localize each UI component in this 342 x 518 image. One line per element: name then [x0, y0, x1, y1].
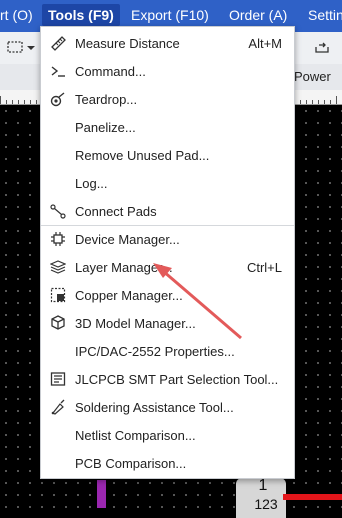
ruler-tick [24, 100, 25, 104]
menu-item-layer-manager[interactable]: Layer Manager... Ctrl+L [41, 253, 294, 281]
menu-item-label: Copper Manager... [75, 288, 183, 303]
menu-tools[interactable]: Tools (F9) [42, 4, 120, 26]
menu-item-label: Soldering Assistance Tool... [75, 400, 234, 415]
menu-item-panelize[interactable]: Panelize... [41, 113, 294, 141]
menu-item-label: Netlist Comparison... [75, 428, 196, 443]
ruler-tick [336, 96, 337, 104]
menu-item-shortcut: Alt+M [248, 36, 282, 51]
menu-item-label: PCB Comparison... [75, 456, 187, 471]
menu-export[interactable]: Export (F10) [131, 7, 209, 23]
menu-item-label: 3D Model Manager... [75, 316, 196, 331]
menu-item-remove-unused-pad[interactable]: Remove Unused Pad... [41, 141, 294, 169]
menu-item-command[interactable]: Command... [41, 57, 294, 85]
ruler-tick [30, 100, 31, 104]
menu-item-measure-distance[interactable]: Measure Distance Alt+M [41, 29, 294, 57]
ruler-tick [300, 100, 301, 104]
menu-item-ipc-dac-2552-properties[interactable]: IPC/DAC-2552 Properties... [41, 337, 294, 365]
menu-settings[interactable]: Settin [308, 7, 342, 23]
ruler-tick [306, 100, 307, 104]
tools-menu: Measure Distance Alt+M Command... Teardrop.… [40, 26, 295, 479]
menu-item-copper-manager[interactable]: Copper Manager... [41, 281, 294, 309]
menu-item-label: Device Manager... [75, 232, 180, 247]
ruler-tick [318, 100, 319, 104]
menu-item-label: Command... [75, 64, 146, 79]
ruler-tick [6, 100, 7, 104]
menu-item-teardrop[interactable]: Teardrop... [41, 85, 294, 113]
menu-item-3d-model-manager[interactable]: 3D Model Manager... [41, 309, 294, 337]
pad-label: 123 [254, 496, 278, 512]
menu-item-device-manager[interactable]: Device Manager... [41, 225, 294, 253]
menu-item-connect-pads[interactable]: Connect Pads [41, 197, 294, 225]
menu-item-jlcpcb-smt-part-selection-tool[interactable]: JLCPCB SMT Part Selection Tool... [41, 365, 294, 393]
pcb-trace[interactable] [97, 480, 106, 508]
menu-item-pcb-comparison[interactable]: PCB Comparison... [41, 449, 294, 477]
menu-item-label: Layer Manager... [75, 260, 173, 275]
menu-item-label: Measure Distance [75, 36, 180, 51]
ruler-tick [312, 100, 313, 104]
chevron-down-icon[interactable] [26, 45, 36, 51]
ruler-tick [36, 100, 37, 104]
menu-item-label: Panelize... [75, 120, 136, 135]
pcb-trace-red[interactable] [283, 494, 342, 500]
menu-item-label: IPC/DAC-2552 Properties... [75, 344, 235, 359]
menu-item-label: Connect Pads [75, 204, 157, 219]
menu-item-log[interactable]: Log... [41, 169, 294, 197]
menu-order[interactable]: Order (A) [229, 7, 287, 23]
export-icon[interactable] [314, 40, 330, 54]
menu-item-label: Teardrop... [75, 92, 138, 107]
pad-number: 1 [258, 477, 268, 494]
menu-item-label: Log... [75, 176, 108, 191]
ruler-tick [324, 100, 325, 104]
ruler-tick [330, 100, 331, 104]
menu-import[interactable]: rt (O) [0, 7, 33, 23]
ruler-tick [12, 100, 13, 104]
menu-item-shortcut: Ctrl+L [246, 260, 282, 275]
menu-item-label: JLCPCB SMT Part Selection Tool... [75, 372, 279, 387]
tab-power[interactable]: Power [294, 69, 331, 84]
ruler-tick [0, 96, 1, 104]
menu-item-label: Remove Unused Pad... [75, 148, 210, 163]
menu-item-netlist-comparison[interactable]: Netlist Comparison... [41, 421, 294, 449]
menu-item-soldering-assistance-tool[interactable]: Soldering Assistance Tool... [41, 393, 294, 421]
select-box-icon[interactable] [7, 40, 23, 54]
ruler-tick [18, 100, 19, 104]
